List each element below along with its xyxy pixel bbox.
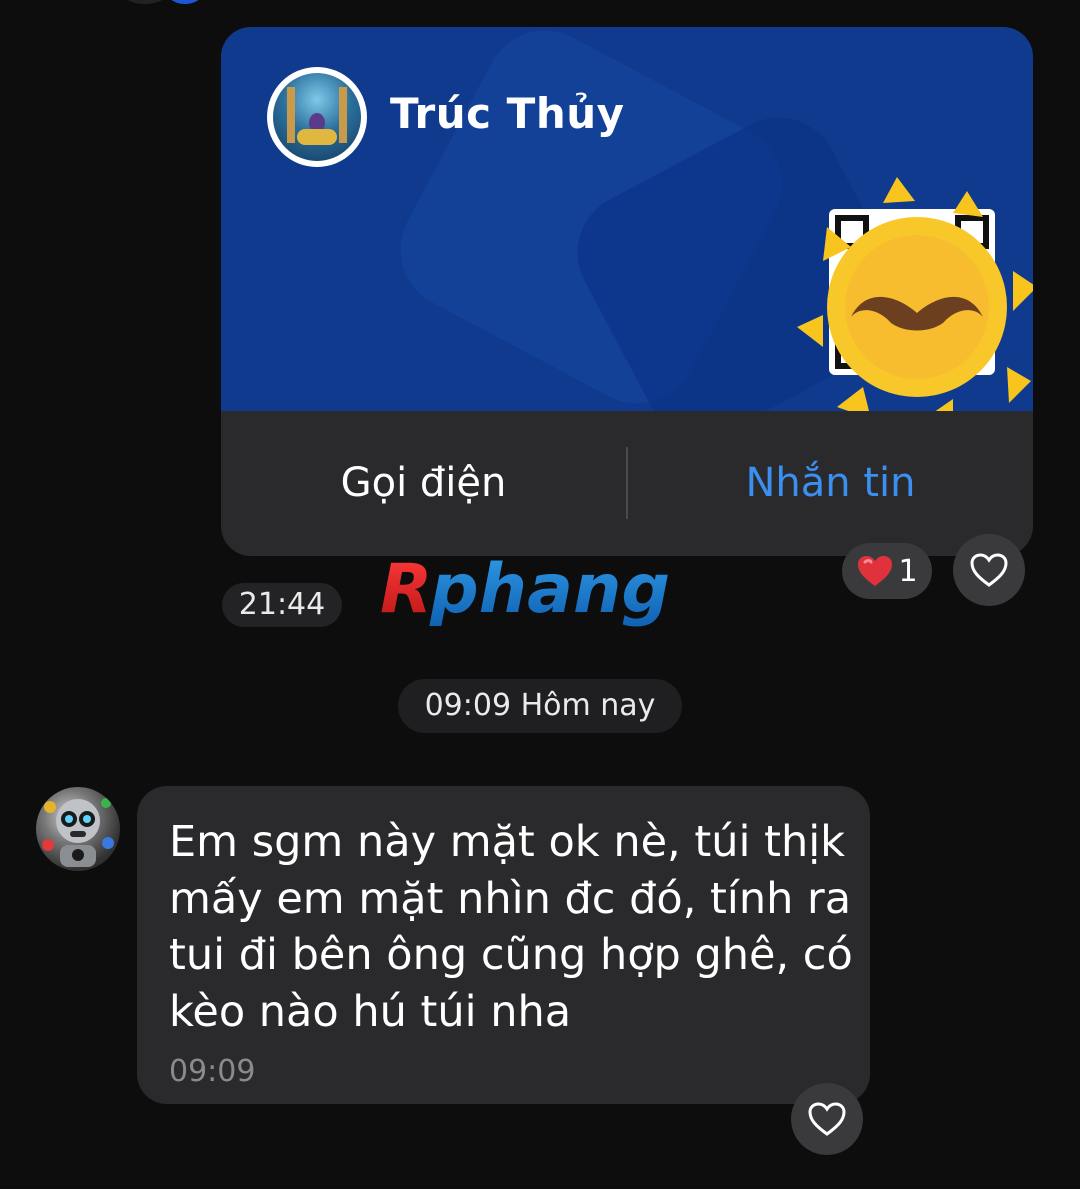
contact-avatar[interactable] (267, 67, 367, 167)
robot-avatar-icon (42, 798, 114, 867)
contact-card-actions: Gọi điện Nhắn tin (221, 411, 1033, 556)
watermark-rest: phang (429, 552, 670, 629)
watermark-letter-r: R (380, 552, 432, 629)
call-button[interactable]: Gọi điện (221, 411, 626, 556)
message-bubble[interactable]: Em sgm này mặt ok nè, túi thịk mấy em mặ… (137, 786, 870, 1104)
contact-card-banner: Trúc Thủy (221, 27, 1033, 411)
card-like-button[interactable] (953, 534, 1025, 606)
sender-avatar[interactable] (36, 787, 120, 871)
watermark-logo: R phang (380, 552, 670, 629)
reaction-badge[interactable]: 1 (842, 543, 932, 599)
heart-reaction-icon (858, 556, 893, 586)
message-like-button[interactable] (791, 1083, 863, 1155)
heart-outline-icon (970, 553, 1008, 587)
message-text: Em sgm này mặt ok nè, túi thịk mấy em mặ… (169, 817, 853, 1037)
reaction-count: 1 (898, 553, 918, 589)
sun-mustache-sticker-icon (797, 177, 1033, 411)
card-timestamp: 21:44 (222, 583, 342, 627)
date-separator: 09:09 Hôm nay (398, 679, 682, 733)
heart-outline-icon (808, 1102, 846, 1136)
message-timestamp: 09:09 (169, 1054, 256, 1089)
previous-avatars (118, 0, 218, 6)
contact-card[interactable]: Trúc Thủy Gọi điện Nhắn tin (221, 27, 1033, 556)
contact-name: Trúc Thủy (390, 89, 625, 138)
message-button[interactable]: Nhắn tin (628, 411, 1033, 556)
